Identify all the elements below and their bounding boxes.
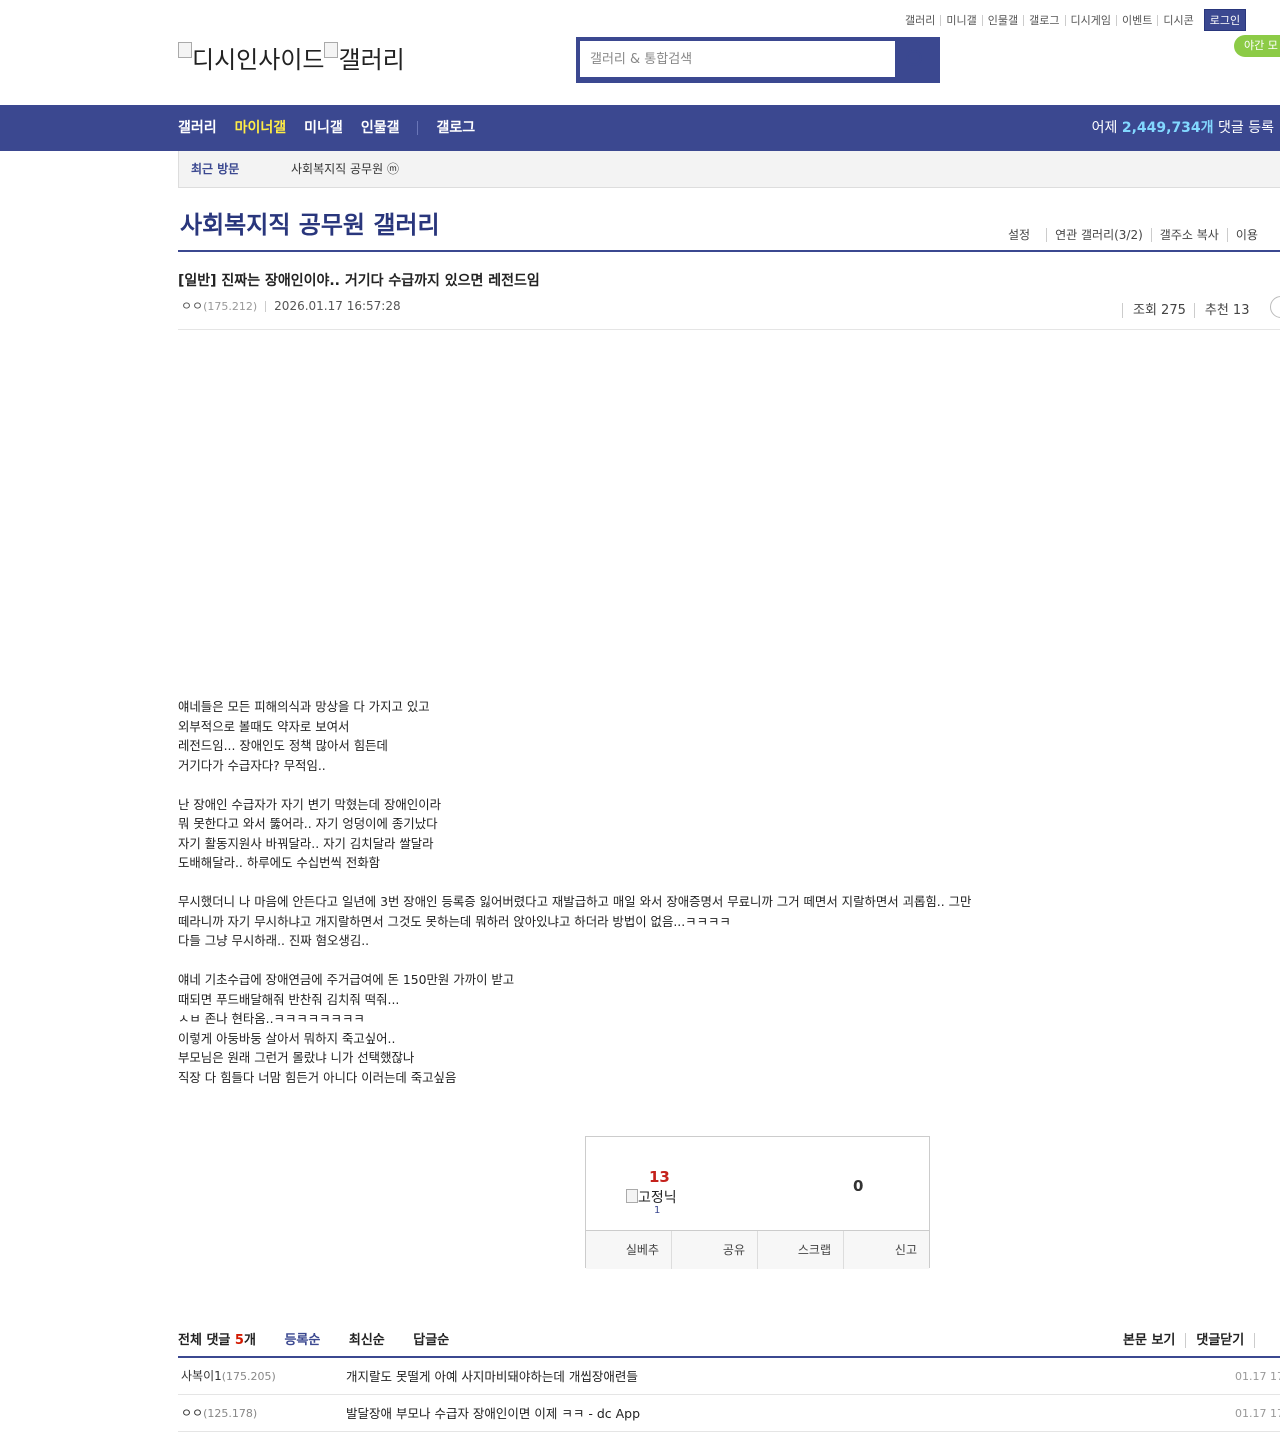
recent-visit-item[interactable]: 사회복지직 공무원 ⓜ	[291, 151, 399, 188]
usage-link[interactable]: 이용	[1226, 228, 1266, 242]
gallery-tools: 설정 연관 갤러리(3/2) 갤주소 복사 이용	[1000, 226, 1266, 243]
comment-nick: ㅇㅇ	[181, 1406, 204, 1420]
sort-by-latest[interactable]: 최신순	[349, 1333, 385, 1348]
logo-text-dcinside: 디시인사이드	[192, 46, 325, 74]
view-post-link[interactable]: 본문 보기	[1123, 1333, 1187, 1348]
comment-author[interactable]: ㅇㅇ(125.178)	[181, 1395, 257, 1432]
nav-person-gallery[interactable]: 인물갤	[361, 120, 400, 136]
post-options-button[interactable]	[1270, 296, 1280, 318]
post-author-ip: (175.212)	[203, 300, 258, 313]
post-title: [일반] 진짜는 장애인이야.. 거기다 수급까지 있으면 레전드임	[178, 273, 540, 289]
comment-date: 01.17 17	[1235, 1407, 1280, 1420]
comments-right-links: 본문 보기 댓글닫기	[1123, 1329, 1265, 1348]
util-link-dcgame[interactable]: 디시게임	[1066, 15, 1117, 26]
nav-divider	[417, 121, 419, 135]
broken-image-icon	[626, 1189, 638, 1203]
comment-nick: 사복이1	[181, 1369, 222, 1383]
close-comments-link[interactable]: 댓글닫기	[1196, 1333, 1256, 1348]
post-header-divider	[178, 329, 1280, 330]
stat-prefix: 어제	[1091, 120, 1118, 136]
comment-text: 발달장애 부모나 수급자 장애인이면 이제 ㅋㅋ - dc App	[346, 1406, 641, 1421]
comment-date: 01.17 17	[1235, 1370, 1280, 1383]
nav-mini-gallery[interactable]: 미니갤	[304, 120, 343, 136]
post-author[interactable]: ㅇㅇ	[181, 299, 203, 313]
broken-image-icon	[324, 42, 339, 58]
post-views: 조회 275	[1122, 303, 1194, 318]
comment-author[interactable]: 사복이1(175.205)	[181, 1358, 276, 1395]
comment-ip: (175.205)	[221, 1370, 276, 1383]
recommend-actions: 실베추 공유 스크랩 신고	[586, 1230, 929, 1269]
comments-header: 전체 댓글 5개 등록순 최신순 답글순	[178, 1329, 449, 1348]
comment-row: 사복이1(175.205) 개지랄도 못떨게 아예 사지마비돼야하는데 개씹장애…	[178, 1358, 1280, 1395]
fixed-nick-count: 1	[654, 1205, 661, 1216]
recommend-up-count[interactable]: 13	[649, 1168, 670, 1186]
util-link-minigall[interactable]: 미니갤	[941, 15, 983, 26]
fixed-nick-label: 고정닉	[638, 1190, 677, 1206]
meta-divider	[265, 301, 267, 312]
login-button[interactable]: 로그인	[1203, 9, 1247, 31]
post-recommends: 추천 13	[1193, 303, 1258, 318]
recommend-box: 13 고정닉 1 0 실베추 공유 스크랩 신고	[585, 1136, 930, 1269]
main-nav: 갤러리 마이너갤 미니갤 인물갤 갤로그 어제 2,449,734개 댓글 등록	[0, 105, 1280, 151]
post-body: 얘네들은 모든 피해의식과 망상을 다 가지고 있고 외부적으로 볼때도 약자로…	[178, 699, 972, 1085]
comment-stats: 어제 2,449,734개 댓글 등록	[1092, 105, 1274, 151]
scrap-button[interactable]: 스크랩	[757, 1231, 843, 1269]
util-link-dccon[interactable]: 디시콘	[1158, 15, 1198, 26]
gallery-settings-link[interactable]: 설정	[1000, 228, 1038, 242]
stat-suffix: 댓글 등록	[1218, 120, 1274, 136]
sort-by-replies[interactable]: 답글순	[413, 1333, 449, 1348]
post-date: 2026.01.17 16:57:28	[274, 299, 401, 313]
nav-gallog[interactable]: 갤로그	[436, 120, 475, 136]
nav-gallery[interactable]: 갤러리	[178, 120, 217, 136]
post-counts: 조회 275 추천 13	[1122, 299, 1258, 318]
comments-total-count: 5	[234, 1333, 244, 1348]
report-button[interactable]: 신고	[843, 1231, 929, 1269]
site-logo[interactable]: 디시인사이드 갤러리	[178, 40, 405, 75]
gallery-title-divider	[178, 250, 1280, 252]
search-icon	[906, 50, 922, 66]
util-link-gallog[interactable]: 갤로그	[1024, 15, 1066, 26]
util-link-event[interactable]: 이벤트	[1117, 15, 1159, 26]
gallery-title[interactable]: 사회복지직 공무원 갤러리	[180, 205, 440, 240]
comment-text: 개지랄도 못떨게 아예 사지마비돼야하는데 개씹장애련들	[346, 1369, 638, 1384]
share-button[interactable]: 공유	[671, 1231, 757, 1269]
recent-visits-label: 최근 방문	[191, 162, 240, 176]
search-button[interactable]	[896, 41, 936, 79]
post-meta: ㅇㅇ(175.212) 2026.01.17 16:57:28	[181, 297, 401, 314]
related-gallery-link[interactable]: 연관 갤러리(3/2)	[1046, 228, 1151, 242]
recommend-down-count[interactable]: 0	[853, 1177, 863, 1195]
comments-total-unit: 개	[243, 1333, 256, 1348]
search-box	[576, 37, 940, 83]
comments-total-label: 전체 댓글	[178, 1333, 231, 1348]
fixed-nick-recommend: 고정닉	[626, 1187, 677, 1207]
nav-minor-gallery[interactable]: 마이너갤	[235, 120, 287, 136]
util-link-gallery[interactable]: 갤러리	[900, 15, 942, 26]
recent-visits-bar: 최근 방문 사회복지직 공무원 ⓜ	[178, 151, 1280, 188]
logo-text-gallery: 갤러리	[338, 46, 405, 74]
copy-gallery-address-link[interactable]: 갤주소 복사	[1150, 228, 1227, 242]
broken-image-icon	[178, 42, 192, 58]
comment-row: ㅇㅇ(125.178) 발달장애 부모나 수급자 장애인이면 이제 ㅋㅋ - d…	[178, 1395, 1280, 1432]
sort-by-registered[interactable]: 등록순	[284, 1333, 320, 1348]
top-utility-bar: 갤러리 미니갤 인물갤 갤로그 디시게임 이벤트 디시콘 로그인	[900, 9, 1280, 31]
comment-ip: (125.178)	[203, 1407, 258, 1420]
real-best-recommend-button[interactable]: 실베추	[586, 1231, 671, 1269]
night-mode-toggle[interactable]: 야간 모	[1234, 35, 1280, 57]
util-link-person-gall[interactable]: 인물갤	[983, 15, 1025, 26]
search-input[interactable]	[580, 41, 895, 77]
stat-value: 2,449,734개	[1121, 120, 1214, 136]
